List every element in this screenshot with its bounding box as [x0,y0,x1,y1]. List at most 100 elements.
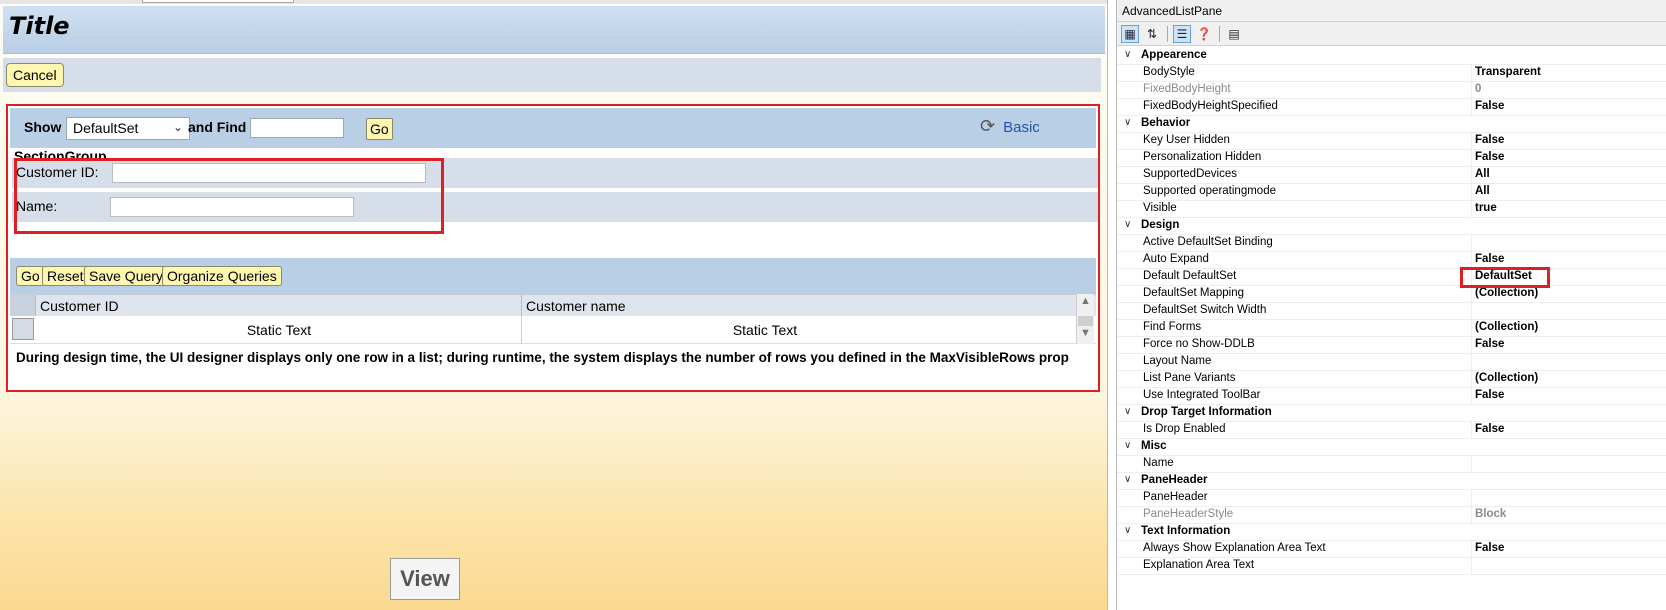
property-row-explanation-area-text[interactable]: Explanation Area Text [1117,558,1666,575]
scroll-down-icon[interactable]: ▼ [1080,327,1091,339]
grid-header: Customer ID Customer name [10,294,1096,317]
collapse-chevron-icon[interactable]: ∨ [1124,440,1131,451]
property-value[interactable]: 0 [1475,83,1481,95]
property-category-appearence[interactable]: ∨ Appearence [1117,48,1666,65]
properties-title: AdvancedListPane [1117,0,1666,22]
property-row-list-pane-variants[interactable]: List Pane Variants (Collection) [1117,371,1666,388]
advanced-list-pane[interactable]: Show DefaultSet ⌄ and Find Go ⟳ Basic Sec… [6,104,1100,392]
property-category-drop-target-information[interactable]: ∨ Drop Target Information [1117,405,1666,422]
value-separator [1471,286,1472,303]
active-tab[interactable] [142,0,294,3]
basic-link[interactable]: ⟳ Basic [980,116,1040,137]
cancel-button[interactable]: Cancel [6,63,64,87]
value-separator [1471,558,1472,575]
property-row-paneheaderstyle[interactable]: PaneHeaderStyle Block [1117,507,1666,524]
collapse-chevron-icon[interactable]: ∨ [1124,117,1131,128]
alphabetical-sort-icon[interactable]: ⇅ [1143,25,1161,43]
property-name: Find Forms [1143,321,1202,333]
organize-queries-button[interactable]: Organize Queries [162,266,282,286]
property-row-is-drop-enabled[interactable]: Is Drop Enabled False [1117,422,1666,439]
title-bar: Title [3,6,1105,54]
categorized-view-icon[interactable]: ▦ [1121,25,1139,43]
property-category-behavior[interactable]: ∨ Behavior [1117,116,1666,133]
property-value[interactable]: False [1475,151,1504,163]
go-button-find[interactable]: Go [366,118,393,140]
property-row-supporteddevices[interactable]: SupportedDevices All [1117,167,1666,184]
design-time-info-text: During design time, the UI designer disp… [16,350,1069,365]
collapse-chevron-icon[interactable]: ∨ [1124,219,1131,230]
property-value[interactable]: (Collection) [1475,372,1538,384]
property-row-layout-name[interactable]: Layout Name [1117,354,1666,371]
property-category-misc[interactable]: ∨ Misc [1117,439,1666,456]
property-value[interactable]: False [1475,423,1504,435]
property-row-use-integrated-toolbar[interactable]: Use Integrated ToolBar False [1117,388,1666,405]
property-value[interactable]: Block [1475,508,1506,520]
property-row-auto-expand[interactable]: Auto Expand False [1117,252,1666,269]
property-value[interactable]: False [1475,100,1504,112]
property-row-personalization-hidden[interactable]: Personalization Hidden False [1117,150,1666,167]
property-row-defaultset-mapping[interactable]: DefaultSet Mapping (Collection) [1117,286,1666,303]
value-separator [1471,456,1472,473]
property-row-fixedbodyheightspecified[interactable]: FixedBodyHeightSpecified False [1117,99,1666,116]
property-value[interactable]: False [1475,389,1504,401]
property-value[interactable]: False [1475,338,1504,350]
property-pages-icon[interactable]: ▤ [1225,25,1243,43]
property-row-defaultset-switch-width[interactable]: DefaultSet Switch Width [1117,303,1666,320]
property-value[interactable]: (Collection) [1475,287,1538,299]
property-value[interactable]: False [1475,134,1504,146]
form-highlight-box [14,158,444,234]
property-name: Key User Hidden [1143,134,1230,146]
property-category-design[interactable]: ∨ Design [1117,218,1666,235]
property-value[interactable]: False [1475,253,1504,265]
value-separator [1471,184,1472,201]
property-value[interactable]: true [1475,202,1497,214]
property-category-paneheader[interactable]: ∨ PaneHeader [1117,473,1666,490]
property-row-find-forms[interactable]: Find Forms (Collection) [1117,320,1666,337]
property-row-key-user-hidden[interactable]: Key User Hidden False [1117,133,1666,150]
scroll-thumb[interactable] [1078,316,1093,326]
collapse-chevron-icon[interactable]: ∨ [1124,474,1131,485]
property-row-fixedbodyheight[interactable]: FixedBodyHeight 0 [1117,82,1666,99]
property-row-supported-operatingmode[interactable]: Supported operatingmode All [1117,184,1666,201]
default-defaultset-highlight [1460,267,1550,288]
property-value[interactable]: False [1475,542,1504,554]
property-name: Behavior [1141,117,1191,129]
grid-scrollbar[interactable]: ▲ ▼ [1076,294,1094,344]
collapse-chevron-icon[interactable]: ∨ [1124,406,1131,417]
property-name: PaneHeaderStyle [1143,508,1234,520]
collapse-chevron-icon[interactable]: ∨ [1124,525,1131,536]
property-row-name[interactable]: Name [1117,456,1666,473]
property-name: FixedBodyHeightSpecified [1143,100,1278,112]
collapse-chevron-icon[interactable]: ∨ [1124,49,1131,60]
toolbar-separator [1167,26,1168,42]
view-button[interactable]: View [390,558,460,600]
column-header-customer-name[interactable]: Customer name [526,298,626,314]
property-row-paneheader[interactable]: PaneHeader [1117,490,1666,507]
properties-panel: AdvancedListPane ▦ ⇅ ☰ ❓ ▤ ∨ Appearence Bo… [1116,0,1666,610]
property-row-active-defaultset-binding[interactable]: Active DefaultSet Binding [1117,235,1666,252]
property-value[interactable]: Transparent [1475,66,1541,78]
property-value[interactable]: (Collection) [1475,321,1538,333]
find-input[interactable] [250,118,344,138]
table-row[interactable]: Static Text Static Text [10,316,1096,344]
property-row-default-defaultset[interactable]: Default DefaultSet DefaultSet [1117,269,1666,286]
property-name: Always Show Explanation Area Text [1143,542,1326,554]
go-button[interactable]: Go [16,266,45,286]
reset-button[interactable]: Reset [42,266,89,286]
scroll-up-icon[interactable]: ▲ [1080,295,1091,307]
column-header-customer-id[interactable]: Customer ID [40,298,119,314]
property-name: Active DefaultSet Binding [1143,236,1273,248]
property-value[interactable]: All [1475,185,1490,197]
value-separator [1471,422,1472,439]
help-icon[interactable]: ❓ [1195,25,1213,43]
row-selector[interactable] [12,318,34,340]
show-select[interactable]: DefaultSet ⌄ [66,117,190,140]
property-row-visible[interactable]: Visible true [1117,201,1666,218]
save-query-button[interactable]: Save Query [84,266,168,286]
property-category-text-information[interactable]: ∨ Text Information [1117,524,1666,541]
property-row-force-no-show-ddlb[interactable]: Force no Show-DDLB False [1117,337,1666,354]
properties-view-icon[interactable]: ☰ [1173,25,1191,43]
property-value[interactable]: All [1475,168,1490,180]
property-row-always-show-explanation-area-text[interactable]: Always Show Explanation Area Text False [1117,541,1666,558]
property-row-bodystyle[interactable]: BodyStyle Transparent [1117,65,1666,82]
